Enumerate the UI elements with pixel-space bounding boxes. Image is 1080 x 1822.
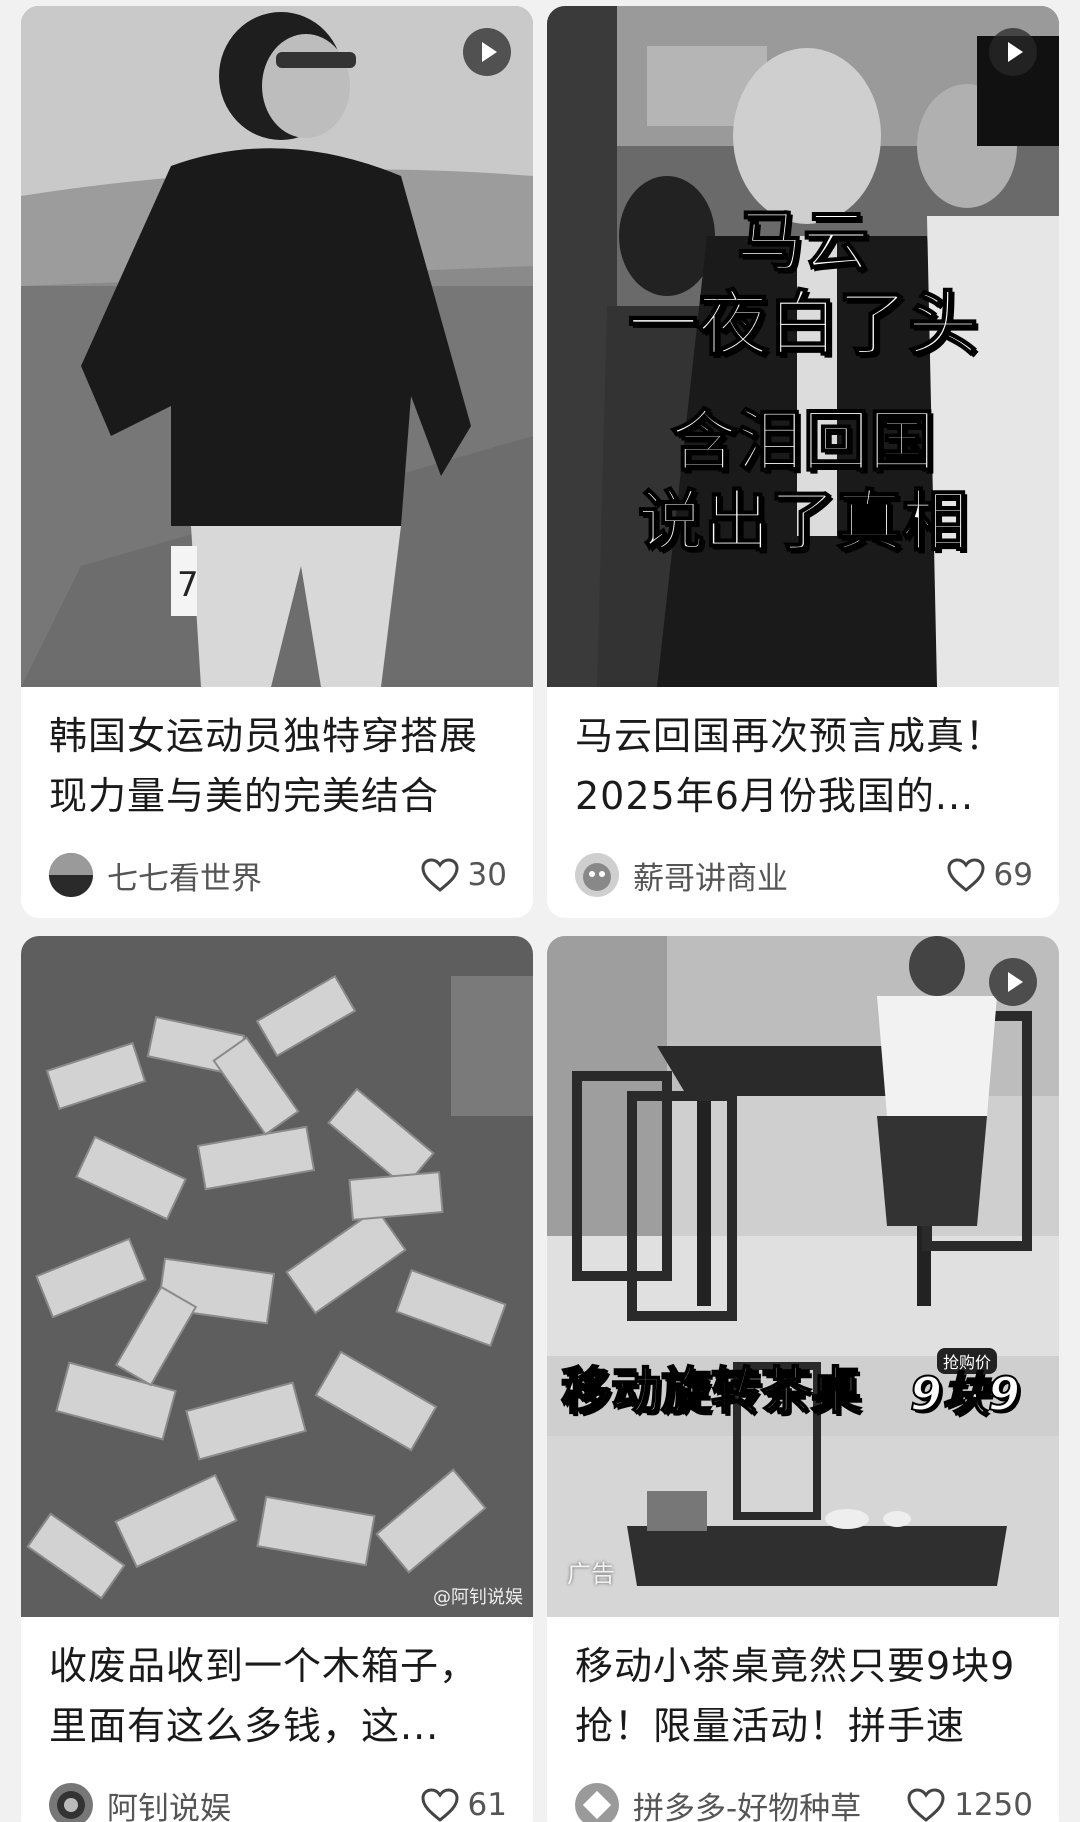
like-count: 30	[467, 857, 507, 893]
feed-card[interactable]: 7 韩国女运动员独特穿搭展现力量与美的完美结合 七七看世界 30	[21, 6, 533, 918]
card-meta: 阿钊说娱 61	[49, 1781, 507, 1822]
overlay-line: 说出了真相	[637, 483, 969, 560]
card-title[interactable]: 马云回国再次预言成真！2025年6月份我国的...	[575, 706, 1039, 826]
like-count: 61	[467, 1787, 507, 1822]
avatar[interactable]	[49, 1783, 93, 1822]
card-thumbnail[interactable]: 马云 一夜白了头 含泪回国 说出了真相	[547, 6, 1059, 687]
author-name[interactable]: 薪哥讲商业	[633, 853, 946, 898]
like-control[interactable]: 69	[946, 857, 1033, 893]
price-value: 9块9	[909, 1366, 1021, 1422]
card-thumbnail[interactable]: @阿钊说娱	[21, 936, 533, 1617]
card-meta: 薪哥讲商业 69	[575, 851, 1033, 899]
author-name[interactable]: 拼多多-好物种草	[633, 1783, 906, 1822]
card-meta: 七七看世界 30	[49, 851, 507, 899]
card-title[interactable]: 韩国女运动员独特穿搭展现力量与美的完美结合	[49, 706, 513, 826]
card-meta: 拼多多-好物种草 1250	[575, 1781, 1033, 1822]
like-control[interactable]: 1250	[906, 1787, 1033, 1822]
author-name[interactable]: 七七看世界	[107, 853, 420, 898]
author-name[interactable]: 阿钊说娱	[107, 1783, 420, 1822]
feed-card[interactable]: 马云 一夜白了头 含泪回国 说出了真相 马云回国再次预言成真！2025年6月份我…	[547, 6, 1059, 918]
like-count: 1250	[954, 1787, 1033, 1822]
svg-text:7: 7	[177, 565, 199, 605]
overlay-line: 一夜白了头	[627, 283, 979, 365]
avatar[interactable]	[49, 853, 93, 897]
heart-icon[interactable]	[906, 1787, 946, 1822]
feed-card[interactable]: @阿钊说娱 收废品收到一个木箱子，里面有这么多钱，这... 阿钊说娱 61	[21, 936, 533, 1822]
athlete-photo: 7	[21, 6, 533, 687]
heart-icon[interactable]	[420, 1787, 460, 1822]
avatar-image	[49, 853, 93, 897]
like-control[interactable]: 30	[420, 857, 507, 893]
avatar[interactable]	[575, 853, 619, 897]
overlay-line: 含泪回国	[670, 403, 936, 480]
overlay-line: 马云	[736, 203, 870, 280]
card-title[interactable]: 移动小茶桌竟然只要9块9抢！限量活动！拼手速	[575, 1636, 1039, 1756]
card-thumbnail[interactable]: 7	[21, 6, 533, 687]
avatar-image	[57, 1791, 85, 1819]
card-thumbnail[interactable]: 移动旋转茶桌 抢购价 9块9 广告	[547, 936, 1059, 1617]
ad-label: 广告	[567, 1560, 615, 1588]
like-count: 69	[993, 857, 1033, 893]
feed-card[interactable]: 移动旋转茶桌 抢购价 9块9 广告 移动小茶桌竟然只要9块9抢！限量活动！拼手速…	[547, 936, 1059, 1822]
play-icon	[463, 28, 511, 76]
heart-icon[interactable]	[946, 857, 986, 893]
banner-text: 移动旋转茶桌	[560, 1361, 862, 1421]
play-icon	[989, 28, 1037, 76]
heart-icon[interactable]	[420, 857, 460, 893]
avatar[interactable]	[575, 1783, 619, 1822]
avatar-image	[582, 1790, 612, 1820]
like-control[interactable]: 61	[420, 1787, 507, 1822]
feed-grid: 7 韩国女运动员独特穿搭展现力量与美的完美结合 七七看世界 30 马云 一夜白了…	[0, 0, 1080, 1822]
play-icon	[989, 958, 1037, 1006]
money-pile-photo	[21, 936, 533, 1617]
watermark: @阿钊说娱	[433, 1587, 523, 1608]
price-badge: 抢购价 9块9	[885, 1348, 1045, 1430]
card-title[interactable]: 收废品收到一个木箱子，里面有这么多钱，这...	[49, 1636, 513, 1756]
tea-table-photo	[547, 936, 1059, 1617]
avatar-image	[583, 863, 611, 891]
